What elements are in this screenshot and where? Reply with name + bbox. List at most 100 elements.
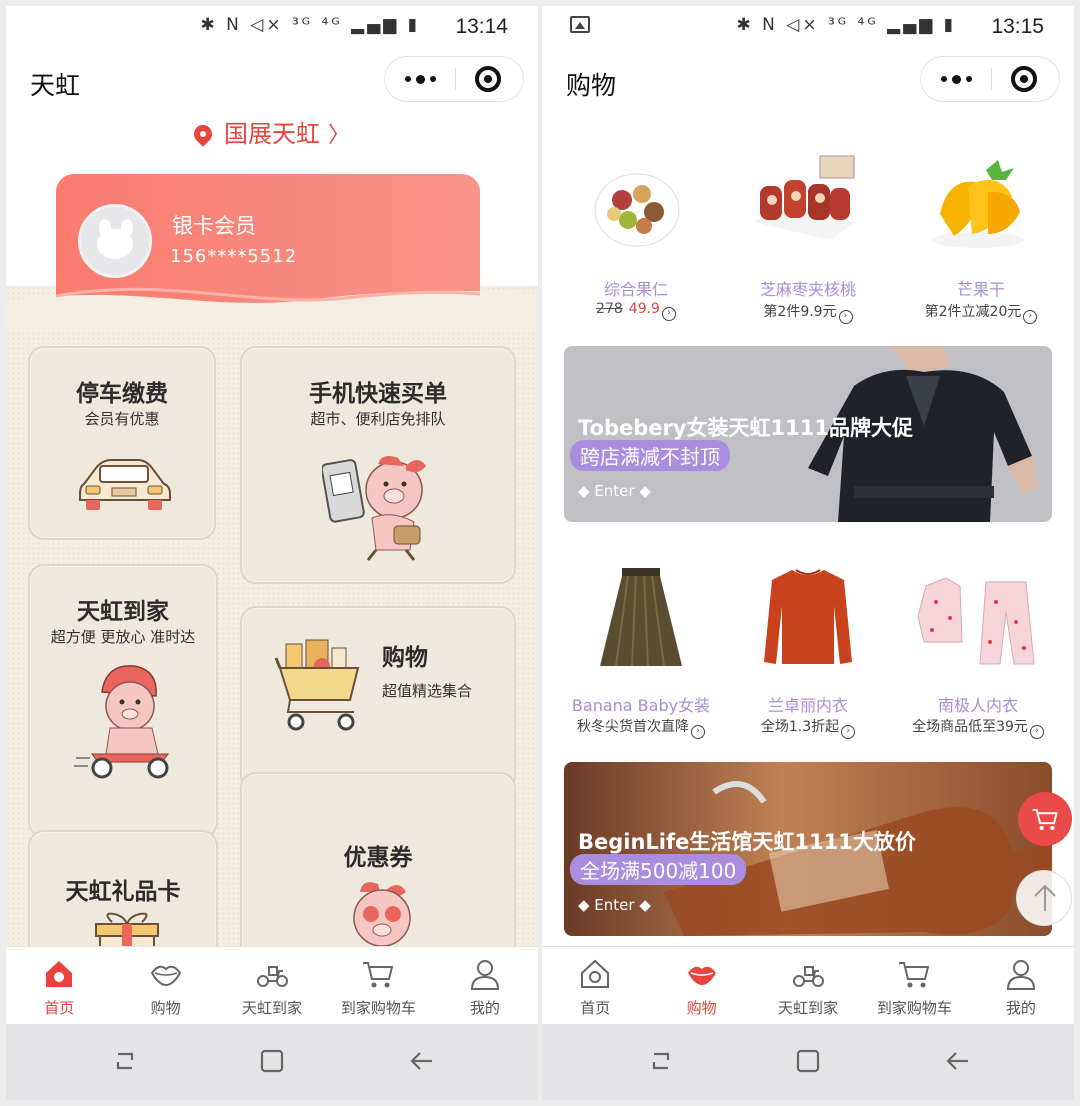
tab-shopping[interactable]: 购物	[112, 947, 218, 1024]
banner-title: BeginLife生活馆天虹1111大放价	[578, 830, 916, 854]
close-target-icon[interactable]	[1011, 66, 1037, 92]
chevron-right-icon: ›	[841, 725, 856, 739]
product-mango[interactable]: 芒果干 第2件立减20元 ›	[898, 146, 1064, 326]
dates-walnut-image	[754, 155, 856, 240]
tab-cart[interactable]: 到家购物车	[861, 947, 967, 1024]
mini-program-header: 天虹	[6, 56, 538, 106]
member-phone: 156****5512	[170, 246, 298, 267]
car-icon	[79, 459, 171, 510]
tab-cart[interactable]: 到家购物车	[325, 947, 431, 1024]
product-lanzhuoli[interactable]: 兰卓丽内衣 全场1.3折起 ›	[726, 566, 890, 742]
tile-title: 手机快速买单	[309, 381, 447, 407]
tab-shopping[interactable]: 购物	[648, 947, 754, 1024]
store-selector[interactable]: 国展天虹〉	[6, 114, 538, 149]
product-name: 芒果干	[956, 280, 1005, 299]
product-name: Banana Baby女装	[571, 696, 711, 715]
floating-cart-button[interactable]	[1018, 792, 1072, 846]
more-icon[interactable]	[385, 57, 455, 101]
more-icon[interactable]	[921, 57, 991, 101]
mini-program-header: 购物	[542, 56, 1074, 106]
home-icon	[46, 961, 73, 987]
product-name: 综合果仁	[603, 280, 668, 299]
recent-apps-icon[interactable]	[648, 1048, 674, 1074]
tab-home[interactable]: 首页	[542, 947, 648, 1024]
shopping-screen: ✱ N ◁× ³ᴳ ⁴ᴳ ▂▄▆ ▮ 13:15 购物 综合果仁 278 49.9…	[542, 6, 1074, 1100]
status-bar: ✱ N ◁× ³ᴳ ⁴ᴳ ▂▄▆ ▮ 13:14	[6, 6, 538, 50]
product-banana-baby[interactable]: Banana Baby女装 秋冬尖货首次直降 ›	[556, 566, 726, 742]
scooter-icon	[793, 966, 825, 987]
store-name: 国展天虹	[223, 120, 320, 148]
tile-title: 停车缴费	[76, 381, 168, 407]
nuts-image	[594, 173, 680, 247]
mango-image	[932, 160, 1024, 248]
tile-subtitle: 会员有优惠	[84, 410, 160, 428]
scooter-icon	[257, 966, 289, 987]
tab-profile[interactable]: 我的	[968, 947, 1074, 1024]
tab-profile[interactable]: 我的	[432, 947, 538, 1024]
capsule-menu	[384, 56, 524, 102]
tile-subtitle: 超值精选集合	[382, 682, 473, 700]
user-icon	[470, 960, 499, 990]
product-promo: 秋冬尖货首次直降 ›	[556, 716, 726, 739]
gallery-notification-icon	[570, 16, 590, 33]
tab-home[interactable]: 首页	[6, 947, 112, 1024]
cart-icon	[363, 962, 394, 988]
product-promo: 第2件立减20元 ›	[898, 301, 1064, 324]
lips-icon	[150, 965, 181, 987]
user-icon	[1006, 960, 1035, 990]
pig-scooter-icon	[74, 665, 169, 779]
banner-beginlife[interactable]: BeginLife生活馆天虹1111大放价 全场满500减100 ◆ Enter…	[564, 762, 1052, 936]
back-to-top-button[interactable]	[1016, 870, 1072, 926]
product-promo: 第2件9.9元 ›	[728, 301, 888, 324]
tile-title: 优惠券	[343, 845, 413, 871]
recent-apps-icon[interactable]	[112, 1048, 138, 1074]
chevron-right-icon: ›	[1029, 725, 1044, 739]
shopping-cart-icon	[274, 639, 360, 731]
banner-tag: 全场满500减100	[570, 854, 747, 885]
enter-link[interactable]: ◆ Enter ◆	[578, 896, 651, 914]
banner-tobebery[interactable]: Tobebery女装天虹1111品牌大促 跨店满减不封顶 ◆ Enter ◆	[564, 346, 1052, 522]
capsule-menu	[920, 56, 1060, 102]
product-dates-walnut[interactable]: 芝麻枣夹核桃 第2件9.9元 ›	[728, 146, 888, 326]
status-time: 13:15	[991, 15, 1044, 38]
tile-title: 天虹到家	[77, 599, 169, 625]
product-name: 南极人内衣	[937, 696, 1018, 715]
tab-delivery[interactable]: 天虹到家	[219, 947, 325, 1024]
pig-phone-icon	[322, 456, 426, 561]
back-icon[interactable]	[944, 1048, 970, 1074]
banner-title: Tobebery女装天虹1111品牌大促	[578, 416, 914, 440]
product-price: 278 49.9 ›	[556, 301, 716, 321]
arrow-up-icon	[1034, 884, 1056, 911]
tile-coupon[interactable]: 优惠券	[240, 772, 516, 972]
product-nanjiren[interactable]: 南极人内衣 全场商品低至39元 ›	[892, 566, 1064, 742]
system-nav-bar	[542, 1024, 1074, 1100]
tab-delivery[interactable]: 天虹到家	[755, 947, 861, 1024]
enter-link[interactable]: ◆ Enter ◆	[578, 482, 651, 500]
product-name: 兰卓丽内衣	[767, 696, 848, 715]
avatar[interactable]	[78, 204, 152, 278]
tile-title: 购物	[382, 645, 428, 671]
home-button-icon[interactable]	[795, 1048, 821, 1074]
tab-bar: 首页 购物 天虹到家 到家购物车 我的	[542, 946, 1074, 1024]
status-icons: ✱ N ◁× ³ᴳ ⁴ᴳ ▂▄▆ ▮	[200, 15, 420, 35]
page-title: 天虹	[30, 71, 81, 100]
tile-delivery[interactable]: 天虹到家 超方便 更放心 准时达	[28, 564, 218, 838]
close-target-icon[interactable]	[475, 66, 501, 92]
chevron-right-icon: ›	[691, 725, 705, 739]
home-button-icon[interactable]	[259, 1048, 285, 1074]
home-screen: ✱ N ◁× ³ᴳ ⁴ᴳ ▂▄▆ ▮ 13:14 天虹 国展天虹〉 银卡会员 1…	[6, 6, 538, 1100]
home-icon	[581, 959, 610, 988]
cart-icon	[1032, 808, 1058, 831]
tile-quick-pay[interactable]: 手机快速买单 超市、便利店免排队	[240, 346, 516, 584]
pig-coupon-icon	[353, 882, 411, 947]
card-wave-decoration	[6, 287, 538, 332]
tile-parking[interactable]: 停车缴费 会员有优惠	[28, 346, 216, 540]
chevron-right-icon: 〉	[327, 123, 350, 148]
back-icon[interactable]	[408, 1048, 434, 1074]
product-promo: 全场1.3折起 ›	[726, 716, 890, 739]
product-nuts[interactable]: 综合果仁 278 49.9 ›	[556, 146, 716, 326]
pajamas-image	[917, 577, 1035, 665]
page-title: 购物	[566, 71, 617, 100]
tab-bar: 首页 购物 天虹到家 到家购物车 我的	[6, 946, 538, 1024]
tile-shopping[interactable]: 购物 超值精选集合	[240, 606, 516, 792]
